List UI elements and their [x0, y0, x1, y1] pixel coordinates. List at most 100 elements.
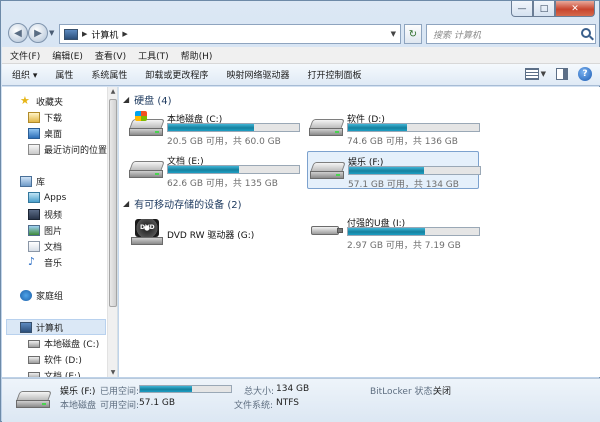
details-usage-fill: [140, 386, 192, 392]
drive-space-info: 57.1 GB 可用，共 134 GB: [348, 180, 459, 190]
sidebar-item-label: 图片: [44, 227, 63, 237]
details-used-label: 已用空间:: [100, 387, 140, 397]
removable-group-header[interactable]: ◢ 有可移动存储的设备 (2): [123, 196, 593, 211]
scrollbar-thumb[interactable]: [109, 99, 117, 307]
sidebar-item-label: 视频: [44, 211, 63, 221]
details-fs-label: 文件系统:: [234, 401, 274, 411]
properties-button[interactable]: 属性: [55, 68, 73, 81]
drive-usage-fill: [348, 228, 426, 235]
drive-usage-bar: [167, 123, 300, 132]
details-pane: 娱乐 (F:) 已用空间: 本地磁盘 可用空间: 57.1 GB 总大小: 13…: [2, 378, 600, 422]
menu-view[interactable]: 查看(V): [95, 49, 126, 62]
music-icon: ♪: [28, 255, 36, 268]
menu-help[interactable]: 帮助(H): [181, 49, 213, 62]
drive-usage-bar: [167, 165, 300, 174]
address-dropdown-icon[interactable]: ▼: [391, 30, 396, 38]
forward-button[interactable]: ▶: [28, 23, 48, 43]
sidebar-homegroup[interactable]: 家庭组: [20, 289, 63, 302]
drive-d[interactable]: 软件 (D:) 74.6 GB 可用，共 136 GB: [307, 109, 480, 147]
recent-pages-dropdown[interactable]: ▼: [49, 29, 54, 37]
drive-usage-fill: [168, 124, 255, 131]
drive-f[interactable]: 娱乐 (F:) 57.1 GB 可用，共 134 GB: [307, 151, 481, 190]
sidebar-item-downloads[interactable]: 下载: [28, 111, 62, 124]
sidebar-item-drive-c[interactable]: 本地磁盘 (C:): [28, 337, 99, 350]
desktop-icon: [28, 128, 40, 139]
drive-space-info: 74.6 GB 可用，共 136 GB: [347, 137, 458, 147]
uninstall-program-button[interactable]: 卸载或更改程序: [145, 68, 208, 81]
navigation-scrollbar[interactable]: ▲ ▼: [107, 87, 117, 377]
sidebar-libraries[interactable]: 库: [20, 175, 45, 188]
sidebar-item-label: 家庭组: [36, 292, 64, 302]
minimize-button[interactable]: —: [511, 1, 533, 17]
sidebar-item-music[interactable]: ♪ 音乐: [28, 256, 62, 269]
view-dropdown-icon[interactable]: ▼: [541, 70, 546, 78]
scroll-up-icon[interactable]: ▲: [109, 88, 117, 95]
computer-icon: [64, 28, 78, 40]
back-button[interactable]: ◀: [8, 23, 28, 43]
sidebar-item-label: 最近访问的位置: [44, 146, 108, 156]
change-view-icon[interactable]: [524, 68, 539, 80]
refresh-button[interactable]: ↻: [404, 24, 422, 44]
sidebar-item-videos[interactable]: 视频: [28, 208, 62, 221]
downloads-folder-icon: [28, 112, 40, 123]
dvd-logo: DVD: [140, 224, 155, 231]
sidebar-item-desktop[interactable]: 桌面: [28, 127, 62, 140]
details-fs-value: NTFS: [276, 398, 299, 408]
drive-space-info: 62.6 GB 可用，共 135 GB: [167, 179, 278, 189]
menu-tools[interactable]: 工具(T): [138, 49, 169, 62]
sidebar-item-drive-e[interactable]: 文档 (E:): [28, 369, 81, 377]
sidebar-item-label: 下载: [44, 114, 63, 124]
hard-drive-icon: [309, 119, 345, 137]
drive-name: DVD RW 驱动器 (G:): [167, 231, 255, 241]
sidebar-computer[interactable]: 计算机: [20, 321, 63, 334]
menu-file[interactable]: 文件(F): [10, 49, 40, 62]
details-free-label: 可用空间:: [100, 401, 140, 411]
drive-icon: [28, 371, 40, 377]
sidebar-item-pictures[interactable]: 图片: [28, 224, 62, 237]
close-button[interactable]: ✕: [555, 1, 595, 17]
navigation-pane: ★ 收藏夹 下载 桌面 最近访问的位置 库 Apps 视频 图片 文档 ♪ 音乐…: [2, 87, 118, 377]
breadcrumb-separator-icon[interactable]: ▶: [82, 30, 87, 38]
command-bar: 组织 ▾ 属性 系统属性 卸载或更改程序 映射网络驱动器 打开控制面板 ▼ ?: [2, 64, 600, 86]
breadcrumb-computer[interactable]: 计算机: [91, 28, 118, 41]
open-control-panel-button[interactable]: 打开控制面板: [307, 68, 361, 81]
sidebar-item-recent-places[interactable]: 最近访问的位置: [28, 143, 107, 156]
collapse-triangle-icon[interactable]: ◢: [123, 95, 129, 104]
library-icon: [20, 176, 32, 187]
details-bitlocker-label: BitLocker 状态:: [370, 387, 436, 397]
preview-pane-icon[interactable]: [556, 68, 568, 80]
search-placeholder: 搜索 计算机: [433, 30, 481, 41]
menu-bar: 文件(F) 编辑(E) 查看(V) 工具(T) 帮助(H): [2, 47, 600, 64]
drive-usage-bar: [347, 123, 480, 132]
drive-e[interactable]: 文档 (E:) 62.6 GB 可用，共 135 GB: [127, 151, 300, 189]
search-input[interactable]: 搜索 计算机: [426, 24, 596, 44]
hard-drives-group-header[interactable]: ◢ 硬盘 (4): [123, 92, 593, 107]
details-usage-bar: [139, 385, 232, 393]
system-properties-button[interactable]: 系统属性: [91, 68, 127, 81]
maximize-button[interactable]: □: [533, 1, 555, 17]
videos-icon: [28, 209, 40, 220]
organize-button[interactable]: 组织 ▾: [12, 68, 37, 81]
details-drive-type: 本地磁盘: [60, 401, 97, 411]
recent-places-icon: [28, 144, 40, 155]
sidebar-item-drive-d[interactable]: 软件 (D:): [28, 353, 82, 366]
sidebar-item-label: 桌面: [44, 130, 63, 140]
sidebar-item-documents[interactable]: 文档: [28, 240, 62, 253]
sidebar-favorites[interactable]: ★ 收藏夹: [20, 95, 63, 108]
scroll-down-icon[interactable]: ▼: [109, 369, 117, 376]
content-pane: ◢ 硬盘 (4) 本地磁盘 (C:) 20.5 GB 可用，共 60.0 GB …: [119, 87, 600, 377]
breadcrumb-separator-icon[interactable]: ▶: [122, 30, 127, 38]
sidebar-item-apps[interactable]: Apps: [28, 192, 66, 203]
menu-edit[interactable]: 编辑(E): [52, 49, 83, 62]
sidebar-item-label: 文档: [44, 243, 63, 253]
sidebar-item-label: 软件 (D:): [44, 356, 82, 366]
drive-c[interactable]: 本地磁盘 (C:) 20.5 GB 可用，共 60.0 GB: [127, 109, 300, 147]
drive-i[interactable]: 付强的U盘 (I:) 2.97 GB 可用，共 7.19 GB: [307, 213, 480, 251]
drive-space-info: 2.97 GB 可用，共 7.19 GB: [347, 241, 461, 251]
search-icon[interactable]: [581, 28, 591, 38]
map-network-drive-button[interactable]: 映射网络驱动器: [226, 68, 289, 81]
help-icon[interactable]: ?: [578, 67, 592, 81]
address-bar[interactable]: ▶ 计算机 ▶ ▼: [59, 24, 401, 44]
drive-g[interactable]: DVD DVD RW 驱动器 (G:): [127, 215, 299, 253]
collapse-triangle-icon[interactable]: ◢: [123, 199, 129, 208]
